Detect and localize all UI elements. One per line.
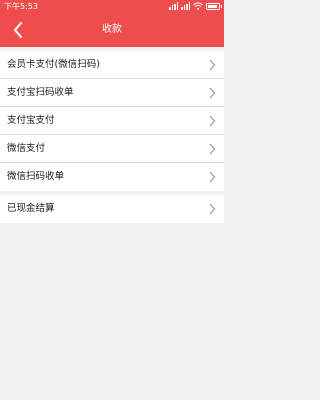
status-icons — [169, 2, 222, 10]
battery-icon — [206, 2, 222, 10]
list-item-alipay-scan[interactable]: 支付宝扫码收单 — [0, 79, 224, 107]
chevron-right-icon — [209, 87, 216, 99]
list-item-cash-settled[interactable]: 已现金结算 — [0, 195, 224, 223]
chevron-right-icon — [209, 59, 216, 71]
list-item-label: 支付宝扫码收单 — [7, 87, 74, 98]
chevron-right-icon — [209, 115, 216, 127]
signal-icon-2 — [181, 2, 190, 10]
list-item-wechat-pay[interactable]: 微信支付 — [0, 135, 224, 163]
list-item-label: 支付宝支付 — [7, 115, 55, 126]
status-time: 下午5:53 — [4, 2, 38, 11]
payment-methods-list: 会员卡支付(微信扫码) 支付宝扫码收单 支付宝支付 微信支付 微信扫码收单 — [0, 51, 224, 191]
cash-settlement-list: 已现金结算 — [0, 195, 224, 223]
chevron-right-icon — [209, 203, 216, 215]
signal-icon — [169, 2, 178, 10]
list-item-label: 会员卡支付(微信扫码) — [7, 59, 100, 70]
nav-bar: 收款 — [0, 13, 224, 47]
list-item-alipay[interactable]: 支付宝支付 — [0, 107, 224, 135]
status-bar: 下午5:53 — [0, 0, 224, 13]
chevron-right-icon — [209, 143, 216, 155]
list-item-wechat-scan[interactable]: 微信扫码收单 — [0, 163, 224, 191]
list-item-member-card-wechat-scan[interactable]: 会员卡支付(微信扫码) — [0, 51, 224, 79]
list-item-label: 微信扫码收单 — [7, 171, 65, 182]
wifi-icon — [193, 2, 203, 10]
page-title: 收款 — [102, 24, 122, 35]
list-item-label: 已现金结算 — [7, 203, 55, 214]
chevron-right-icon — [209, 171, 216, 183]
list-item-label: 微信支付 — [7, 143, 46, 154]
